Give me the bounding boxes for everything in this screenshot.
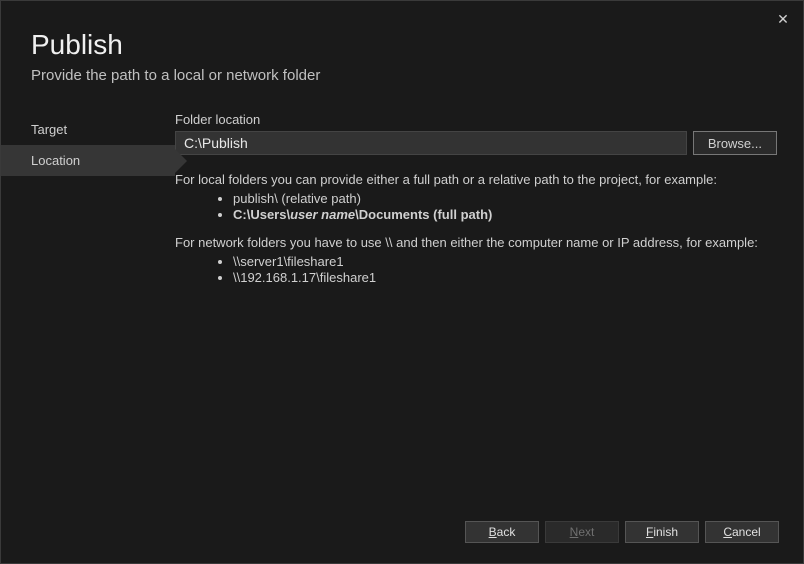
dialog-content: Target Location Folder location Browse..…: [1, 112, 803, 296]
dialog-title: Publish: [31, 29, 803, 61]
help-local-example-1: publish\ (relative path): [233, 191, 777, 207]
folder-input-row: Browse...: [175, 131, 777, 155]
main-panel: Folder location Browse... For local fold…: [175, 112, 803, 296]
help-network-example-2: \\192.168.1.17\fileshare1: [233, 270, 777, 286]
help-local-intro: For local folders you can provide either…: [175, 171, 777, 189]
help-network-intro: For network folders you have to use \\ a…: [175, 234, 777, 252]
help-local-example-2: C:\Users\user name\Documents (full path): [233, 207, 777, 223]
close-icon: ✕: [777, 11, 789, 27]
sidebar-item-location[interactable]: Location: [1, 145, 175, 176]
close-button[interactable]: ✕: [773, 9, 793, 29]
wizard-sidebar: Target Location: [1, 112, 175, 296]
help-network-example-1: \\server1\fileshare1: [233, 254, 777, 270]
dialog-footer: Back Next Finish Cancel: [465, 521, 779, 543]
folder-location-input[interactable]: [175, 131, 687, 155]
help-text: For local folders you can provide either…: [175, 171, 777, 286]
cancel-button[interactable]: Cancel: [705, 521, 779, 543]
sidebar-item-target[interactable]: Target: [1, 114, 175, 145]
help-network-list: \\server1\fileshare1 \\192.168.1.17\file…: [175, 254, 777, 287]
back-button[interactable]: Back: [465, 521, 539, 543]
next-button: Next: [545, 521, 619, 543]
sidebar-item-label: Target: [31, 122, 67, 137]
dialog-header: Publish Provide the path to a local or n…: [1, 1, 803, 84]
help-local-list: publish\ (relative path) C:\Users\user n…: [175, 191, 777, 224]
browse-button[interactable]: Browse...: [693, 131, 777, 155]
folder-location-label: Folder location: [175, 112, 777, 127]
sidebar-item-label: Location: [31, 153, 80, 168]
dialog-subtitle: Provide the path to a local or network f…: [31, 67, 803, 84]
finish-button[interactable]: Finish: [625, 521, 699, 543]
browse-button-label: Browse...: [708, 136, 762, 151]
